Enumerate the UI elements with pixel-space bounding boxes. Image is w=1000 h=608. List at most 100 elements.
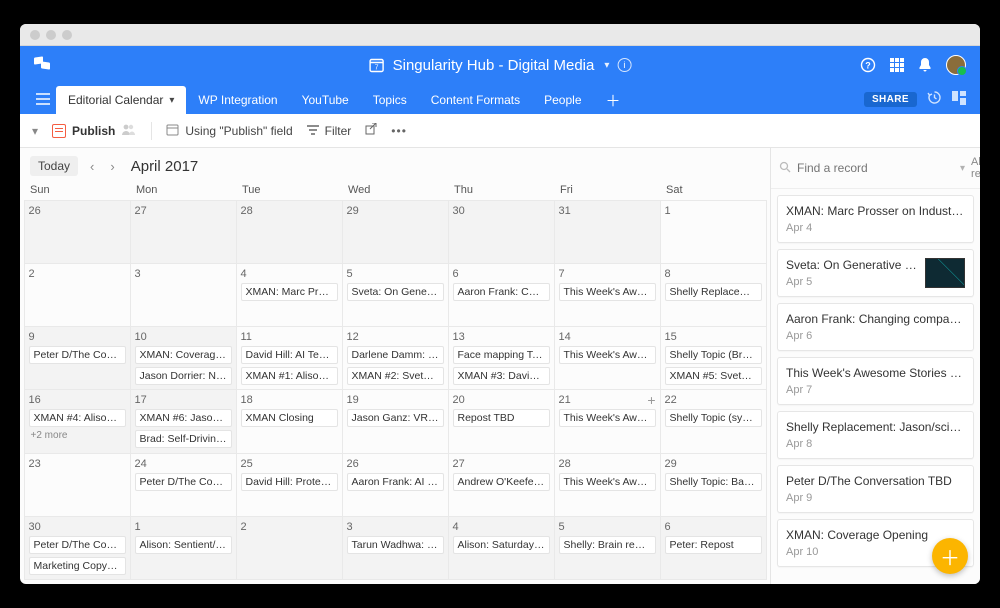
calendar-event[interactable]: Sveta: On Genera… [347, 283, 444, 301]
calendar-cell[interactable]: 2 [236, 516, 343, 580]
more-events[interactable]: +2 more [29, 430, 126, 441]
history-icon[interactable] [927, 90, 942, 108]
traffic-light-min[interactable] [46, 30, 56, 40]
record-card[interactable]: Shelly Replacement: Jason/sci-fi s…Apr 8 [777, 411, 974, 459]
tab-people[interactable]: People [532, 86, 593, 114]
calendar-event[interactable]: Repost TBD [453, 409, 550, 427]
apps-grid-icon[interactable] [890, 58, 904, 72]
calendar-cell[interactable]: 19Jason Ganz: VR M… [342, 389, 449, 453]
calendar-event[interactable]: Andrew O'Keefe: … [453, 473, 550, 491]
calendar-cell[interactable]: 12Darlene Damm: G…XMAN #2: Sveta (… [342, 326, 449, 390]
record-card[interactable]: Peter D/The Conversation TBDApr 9 [777, 465, 974, 513]
calendar-event[interactable]: Peter: Repost [665, 536, 762, 554]
calendar-event[interactable]: This Week's Awes… [559, 473, 656, 491]
filter-button[interactable]: Filter [307, 124, 352, 138]
calendar-cell[interactable]: 1 [660, 200, 767, 264]
calendar-cell[interactable]: 26Aaron Frank: AI re… [342, 453, 449, 517]
calendar-event[interactable]: XMAN #4: Alison … [29, 409, 126, 427]
share-button[interactable]: SHARE [864, 92, 917, 107]
calendar-cell[interactable]: 6Aaron Frank: Chan… [448, 263, 555, 327]
calendar-cell[interactable]: 16XMAN #4: Alison …+2 more [24, 389, 131, 453]
calendar-event[interactable]: Peter D/The Conv… [29, 536, 126, 554]
calendar-cell[interactable]: 23 [24, 453, 131, 517]
calendar-cell[interactable]: 13Face mapping Tec…XMAN #3: David (… [448, 326, 555, 390]
calendar-event[interactable]: This Week's Awes… [559, 409, 656, 427]
traffic-light-max[interactable] [62, 30, 72, 40]
calendar-cell[interactable]: 27Andrew O'Keefe: … [448, 453, 555, 517]
today-button[interactable]: Today [30, 156, 78, 176]
search-input[interactable] [797, 161, 952, 175]
calendar-event[interactable]: Brad: Self-Driving… [135, 430, 232, 448]
calendar-cell[interactable]: 17XMAN #6: Jason (…Brad: Self-Driving… [130, 389, 237, 453]
calendar-event[interactable]: Alison: Saturday C… [453, 536, 550, 554]
expand-views-icon[interactable]: ▾ [32, 124, 38, 138]
date-field-picker[interactable]: Using "Publish" field [166, 123, 292, 139]
calendar-cell[interactable]: 1Alison: Sentient/a… [130, 516, 237, 580]
tab-youtube[interactable]: YouTube [290, 86, 361, 114]
calendar-cell[interactable]: 27 [130, 200, 237, 264]
calendar-cell[interactable]: 29 [342, 200, 449, 264]
calendar-event[interactable]: This Week's Awes… [559, 346, 656, 364]
add-event-icon[interactable]: + [647, 395, 655, 405]
add-record-button[interactable]: ＋ [932, 538, 968, 574]
calendar-cell[interactable]: 8Shelly Replaceme… [660, 263, 767, 327]
calendar-event[interactable]: Aaron Frank: AI re… [347, 473, 444, 491]
calendar-event[interactable]: XMAN: Marc Pros… [241, 283, 338, 301]
calendar-cell[interactable]: 10XMAN: Coverage …Jason Dorrier: Na… [130, 326, 237, 390]
more-icon[interactable]: ••• [391, 124, 407, 138]
tab-editorial-calendar[interactable]: Editorial Calendar ▾ [56, 86, 186, 114]
calendar-cell[interactable]: 7This Week's Awes… [554, 263, 661, 327]
calendar-event[interactable]: XMAN #3: David (… [453, 367, 550, 385]
calendar-cell[interactable]: 28 [236, 200, 343, 264]
calendar-event[interactable]: This Week's Awes… [559, 283, 656, 301]
calendar-event[interactable]: Jason Dorrier: Na… [135, 367, 232, 385]
record-card[interactable]: Aaron Frank: Changing company c…Apr 6 [777, 303, 974, 351]
calendar-event[interactable]: XMAN #6: Jason (… [135, 409, 232, 427]
calendar-event[interactable]: Shelly Topic: Bank… [665, 473, 762, 491]
calendar-event[interactable]: XMAN Closing [241, 409, 338, 427]
calendar-event[interactable]: Marketing Copyw… [29, 557, 126, 575]
avatar[interactable] [946, 55, 966, 75]
calendar-cell[interactable]: 3 [130, 263, 237, 327]
calendar-cell[interactable]: 24Peter D/The Conv… [130, 453, 237, 517]
calendar-cell[interactable]: 11David Hill: AI Teac…XMAN #1: Alison (… [236, 326, 343, 390]
blocks-icon[interactable] [952, 91, 966, 108]
calendar-event[interactable]: Jason Ganz: VR M… [347, 409, 444, 427]
calendar-cell[interactable]: 28This Week's Awes… [554, 453, 661, 517]
tab-topics[interactable]: Topics [361, 86, 419, 114]
chevron-down-icon[interactable]: ▾ [960, 163, 965, 174]
calendar-cell[interactable]: 31 [554, 200, 661, 264]
next-month-button[interactable]: › [106, 159, 118, 174]
info-icon[interactable]: i [617, 58, 631, 72]
add-tab-button[interactable]: ＋ [594, 86, 618, 114]
brand-icon[interactable] [34, 57, 52, 73]
calendar-event[interactable]: Shelly: Brain regio… [559, 536, 656, 554]
calendar-cell[interactable]: 3Tarun Wadhwa: F… [342, 516, 449, 580]
record-card[interactable]: Sveta: On Generative De…Apr 5 [777, 249, 974, 297]
calendar-cell[interactable]: 30 [448, 200, 555, 264]
calendar-event[interactable]: Darlene Damm: G… [347, 346, 444, 364]
view-switcher[interactable]: Publish [52, 123, 137, 138]
calendar-event[interactable]: Tarun Wadhwa: F… [347, 536, 444, 554]
calendar-event[interactable]: XMAN #2: Sveta (… [347, 367, 444, 385]
calendar-cell[interactable]: 9Peter D/The Conv… [24, 326, 131, 390]
bell-icon[interactable] [918, 57, 932, 73]
calendar-event[interactable]: Peter D/The Conv… [29, 346, 126, 364]
calendar-cell[interactable]: 26 [24, 200, 131, 264]
calendar-cell[interactable]: 18XMAN Closing [236, 389, 343, 453]
calendar-cell[interactable]: 15Shelly Topic (Brai…XMAN #5: Sveta (… [660, 326, 767, 390]
calendar-event[interactable]: XMAN #5: Sveta (… [665, 367, 762, 385]
calendar-cell[interactable]: 4XMAN: Marc Pros… [236, 263, 343, 327]
calendar-event[interactable]: Alison: Sentient/a… [135, 536, 232, 554]
calendar-event[interactable]: Peter D/The Conv… [135, 473, 232, 491]
calendar-cell[interactable]: 6Peter: Repost [660, 516, 767, 580]
hamburger-icon[interactable] [30, 84, 56, 114]
calendar-cell[interactable]: 5Sveta: On Genera… [342, 263, 449, 327]
calendar-event[interactable]: Shelly Replaceme… [665, 283, 762, 301]
traffic-light-close[interactable] [30, 30, 40, 40]
calendar-event[interactable]: David Hill: Protein… [241, 473, 338, 491]
help-icon[interactable]: ? [860, 57, 876, 73]
calendar-cell[interactable]: 29Shelly Topic: Bank… [660, 453, 767, 517]
calendar-cell[interactable]: 5Shelly: Brain regio… [554, 516, 661, 580]
calendar-cell[interactable]: 30Peter D/The Conv…Marketing Copyw… [24, 516, 131, 580]
